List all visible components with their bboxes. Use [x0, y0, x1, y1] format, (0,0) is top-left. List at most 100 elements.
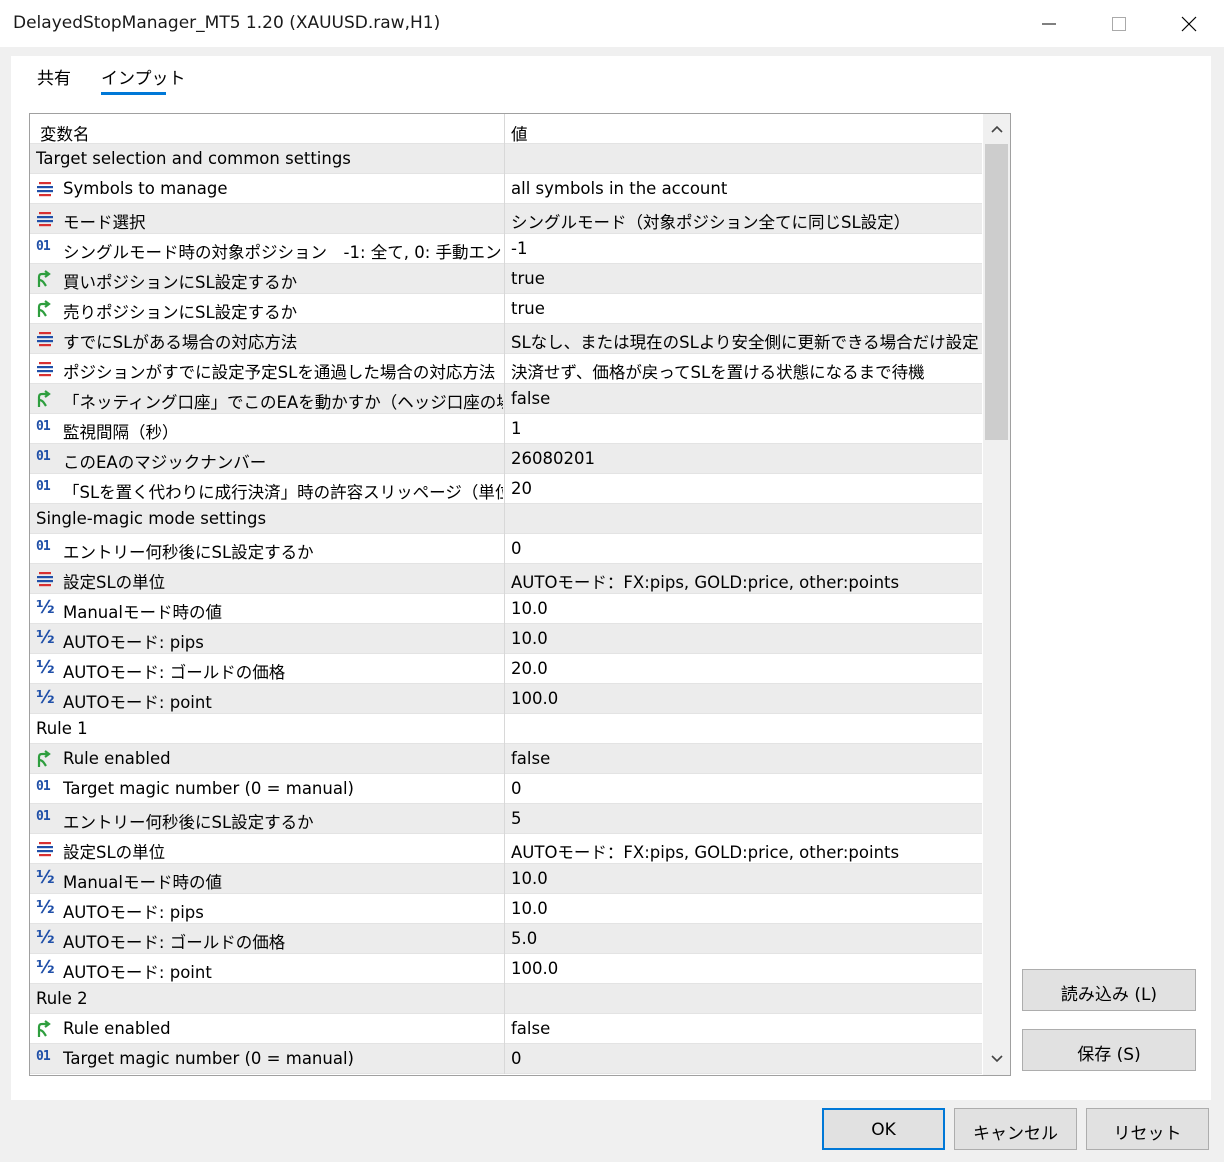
parameter-value[interactable]: 10.0: [511, 629, 979, 648]
cancel-button-label: キャンセル: [973, 1124, 1058, 1144]
parameter-value[interactable]: 0: [511, 779, 979, 798]
parameter-value[interactable]: false: [511, 389, 979, 408]
parameter-name: ポジションがすでに設定予定SLを通過した場合の対応方法: [63, 363, 496, 382]
parameter-value[interactable]: true: [511, 299, 979, 318]
bool-arrow-icon: [37, 750, 51, 767]
parameter-row[interactable]: ½ AUTOモード: ゴールドの価格 20.0: [30, 654, 982, 684]
parameter-value[interactable]: 20: [511, 479, 979, 498]
parameter-value[interactable]: 0: [511, 1049, 979, 1068]
parameter-row[interactable]: 01 エントリー何秒後にSL設定するか 0: [30, 534, 982, 564]
parameter-name: Single-magic mode settings: [36, 509, 267, 528]
tab-share[interactable]: 共有: [35, 64, 73, 89]
parameter-name-cell: モード選択: [30, 204, 505, 234]
parameter-value[interactable]: AUTOモード：FX:pips, GOLD:price, other:point…: [511, 569, 979, 593]
parameter-row[interactable]: モード選択 シングルモード（対象ポジション全てに同じSL設定）: [30, 204, 982, 234]
parameter-value[interactable]: false: [511, 749, 979, 768]
parameter-value[interactable]: false: [511, 1019, 979, 1038]
scroll-up-icon[interactable]: [991, 124, 1003, 134]
parameter-value[interactable]: SLなし、または現在のSLより安全側に更新できる場合だけ設定: [511, 329, 979, 353]
parameter-row[interactable]: ½ Manualモード時の値 10.0: [30, 594, 982, 624]
tab-inputs[interactable]: インプット: [99, 64, 188, 89]
parameter-row[interactable]: ½ AUTOモード: ゴールドの価格 5.0: [30, 924, 982, 954]
vertical-scrollbar[interactable]: [983, 114, 1010, 1075]
scrollbar-thumb[interactable]: [985, 144, 1008, 440]
parameter-value[interactable]: 5: [511, 809, 979, 828]
parameter-name: 監視間隔（秒）: [63, 423, 179, 442]
parameter-row[interactable]: 設定SLの単位 AUTOモード：FX:pips, GOLD:price, othe…: [30, 564, 982, 594]
enum-list-icon: [37, 182, 53, 197]
grid-rows: 変数名 値 Target selection and common settin…: [30, 114, 982, 1074]
parameter-value[interactable]: 20.0: [511, 659, 979, 678]
parameter-name-cell: Target selection and common settings: [30, 144, 505, 174]
parameter-value[interactable]: シングルモード（対象ポジション全てに同じSL設定）: [511, 209, 979, 233]
save-button-label: 保存 (S): [1077, 1045, 1141, 1065]
double-type-icon: ½: [36, 957, 55, 978]
parameter-row[interactable]: 01 このEAのマジックナンバー 26080201: [30, 444, 982, 474]
scroll-down-icon[interactable]: [991, 1054, 1003, 1064]
parameter-value[interactable]: 1: [511, 419, 979, 438]
parameter-row[interactable]: 01 「SLを置く代わりに成行決済」時の許容スリッページ（単位... 20: [30, 474, 982, 504]
parameter-name-cell: ½ Manualモード時の値: [30, 864, 505, 894]
parameter-row[interactable]: ½ AUTOモード: point 100.0: [30, 954, 982, 984]
parameter-row[interactable]: Rule enabled false: [30, 744, 982, 774]
ok-button[interactable]: OK: [822, 1108, 945, 1150]
section-header-row: Rule 1: [30, 714, 982, 744]
parameter-row[interactable]: 01 Target magic number (0 = manual) 0: [30, 774, 982, 804]
parameter-row[interactable]: ½ AUTOモード: pips 10.0: [30, 624, 982, 654]
parameter-row[interactable]: 01 シングルモード時の対象ポジション -1: 全て, 0: 手動エントリ... -…: [30, 234, 982, 264]
window-title: DelayedStopManager_MT5 1.20 (XAUUSD.raw,…: [13, 13, 441, 33]
parameter-name-cell: ½ AUTOモード: point: [30, 684, 505, 714]
parameter-row[interactable]: 01 監視間隔（秒） 1: [30, 414, 982, 444]
parameter-row[interactable]: ½ Manualモード時の値 10.0: [30, 864, 982, 894]
bool-arrow-icon: [37, 1020, 51, 1037]
parameter-value[interactable]: 10.0: [511, 599, 979, 618]
reset-button[interactable]: リセット: [1086, 1108, 1209, 1150]
parameter-name: このEAのマジックナンバー: [63, 453, 267, 472]
enum-list-icon: [37, 332, 53, 347]
parameter-value[interactable]: 決済せず、価格が戻ってSLを置ける状態になるまで待機: [511, 359, 979, 383]
parameter-name-cell: 01 エントリー何秒後にSL設定するか: [30, 804, 505, 834]
title-bar: DelayedStopManager_MT5 1.20 (XAUUSD.raw,…: [0, 0, 1224, 47]
parameter-name-cell: 「ネッティング口座」でこのEAを動かすか（ヘッジ口座の場合...: [30, 384, 505, 414]
save-button[interactable]: 保存 (S): [1022, 1029, 1196, 1071]
parameter-value[interactable]: 26080201: [511, 449, 979, 468]
parameter-row[interactable]: ½ AUTOモード: point 100.0: [30, 684, 982, 714]
parameter-value[interactable]: -1: [511, 239, 979, 258]
parameter-value[interactable]: 5.0: [511, 929, 979, 948]
parameter-row[interactable]: Rule enabled false: [30, 1014, 982, 1044]
parameter-value[interactable]: 100.0: [511, 959, 979, 978]
parameter-name-cell: ½ AUTOモード: pips: [30, 894, 505, 924]
minimize-button[interactable]: [1014, 0, 1084, 47]
parameter-value[interactable]: true: [511, 269, 979, 288]
parameter-row[interactable]: ポジションがすでに設定予定SLを通過した場合の対応方法 決済せず、価格が戻ってSL…: [30, 354, 982, 384]
parameter-name: 「ネッティング口座」でこのEAを動かすか（ヘッジ口座の場合...: [63, 393, 503, 412]
double-type-icon: ½: [36, 867, 55, 888]
close-button[interactable]: [1154, 0, 1224, 47]
parameter-row[interactable]: 設定SLの単位 AUTOモード：FX:pips, GOLD:price, othe…: [30, 834, 982, 864]
parameter-value[interactable]: 100.0: [511, 689, 979, 708]
parameter-row[interactable]: 01 エントリー何秒後にSL設定するか 5: [30, 804, 982, 834]
parameter-name-cell: Symbols to manage: [30, 174, 505, 204]
parameter-value[interactable]: all symbols in the account: [511, 179, 979, 198]
parameter-name-cell: 01 Target magic number (0 = manual): [30, 1044, 505, 1074]
parameter-row[interactable]: 売りポジションにSL設定するか true: [30, 294, 982, 324]
load-button[interactable]: 読み込み (L): [1022, 969, 1196, 1011]
close-icon: [1181, 16, 1197, 32]
tab-strip: 共有 インプット: [11, 56, 1211, 96]
parameter-name: AUTOモード: pips: [63, 633, 204, 652]
integer-type-icon: 01: [36, 239, 51, 254]
parameter-value[interactable]: 0: [511, 539, 979, 558]
parameter-row[interactable]: 買いポジションにSL設定するか true: [30, 264, 982, 294]
parameter-name: AUTOモード: pips: [63, 903, 204, 922]
parameter-row[interactable]: すでにSLがある場合の対応方法 SLなし、または現在のSLより安全側に更新できる場…: [30, 324, 982, 354]
parameter-value[interactable]: AUTOモード：FX:pips, GOLD:price, other:point…: [511, 839, 979, 863]
cancel-button[interactable]: キャンセル: [954, 1108, 1077, 1150]
parameter-row[interactable]: 01 Target magic number (0 = manual) 0: [30, 1044, 982, 1074]
parameter-row[interactable]: 「ネッティング口座」でこのEAを動かすか（ヘッジ口座の場合... false: [30, 384, 982, 414]
parameter-value[interactable]: 10.0: [511, 899, 979, 918]
maximize-button[interactable]: [1084, 0, 1154, 47]
parameter-name: Rule enabled: [63, 749, 171, 768]
parameter-value[interactable]: 10.0: [511, 869, 979, 888]
parameter-row[interactable]: Symbols to manage all symbols in the acco…: [30, 174, 982, 204]
parameter-row[interactable]: ½ AUTOモード: pips 10.0: [30, 894, 982, 924]
